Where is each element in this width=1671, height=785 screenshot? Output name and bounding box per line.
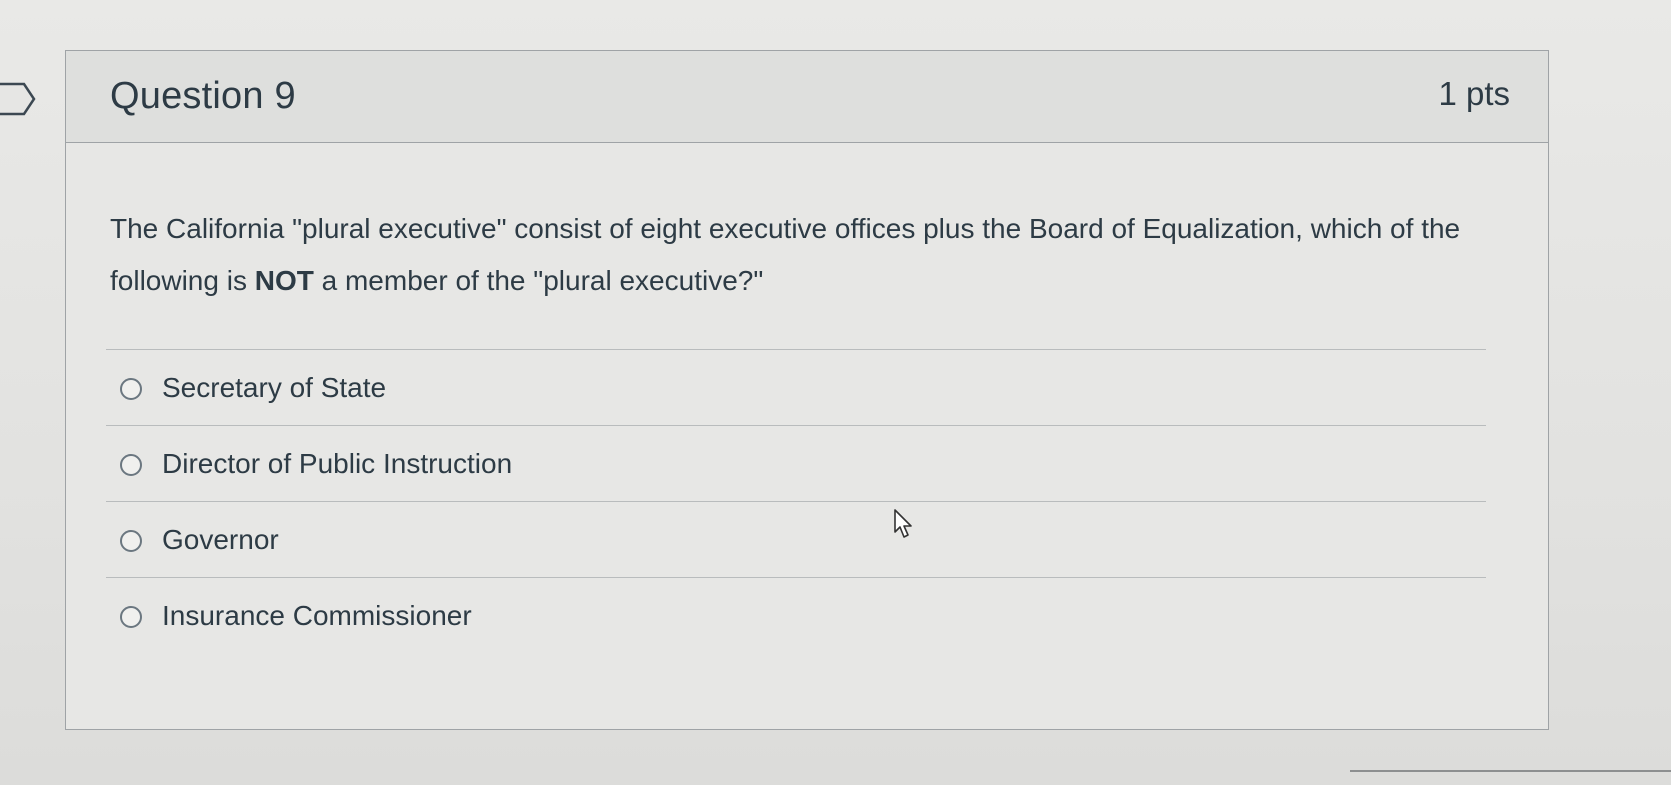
answer-option[interactable]: Secretary of State bbox=[106, 349, 1486, 425]
bookmark-flag-icon[interactable] bbox=[0, 80, 38, 118]
answer-label[interactable]: Insurance Commissioner bbox=[162, 600, 472, 632]
mouse-pointer-icon bbox=[894, 509, 912, 538]
answer-label[interactable]: Governor bbox=[162, 524, 279, 556]
question-text-bold: NOT bbox=[254, 265, 314, 296]
divider bbox=[1350, 770, 1671, 772]
answer-list: Secretary of State Director of Public In… bbox=[106, 349, 1486, 653]
question-text: The California "plural executive" consis… bbox=[110, 203, 1510, 307]
answer-label[interactable]: Secretary of State bbox=[162, 372, 386, 404]
question-header: Question 9 1 pts bbox=[66, 51, 1548, 143]
answer-option[interactable]: Insurance Commissioner bbox=[106, 577, 1486, 653]
question-points: 1 pts bbox=[1438, 75, 1510, 112]
radio-button[interactable] bbox=[120, 606, 142, 628]
answer-label[interactable]: Director of Public Instruction bbox=[162, 448, 512, 480]
answer-option[interactable]: Governor bbox=[106, 501, 1486, 577]
answer-option[interactable]: Director of Public Instruction bbox=[106, 425, 1486, 501]
page: Question 9 1 pts The California "plural … bbox=[0, 0, 1671, 785]
radio-button[interactable] bbox=[120, 454, 142, 476]
question-card: Question 9 1 pts The California "plural … bbox=[65, 50, 1549, 730]
question-text-part2: a member of the "plural executive?" bbox=[313, 265, 764, 296]
radio-button[interactable] bbox=[120, 530, 142, 552]
radio-button[interactable] bbox=[120, 378, 142, 400]
question-title: Question 9 bbox=[110, 75, 296, 117]
